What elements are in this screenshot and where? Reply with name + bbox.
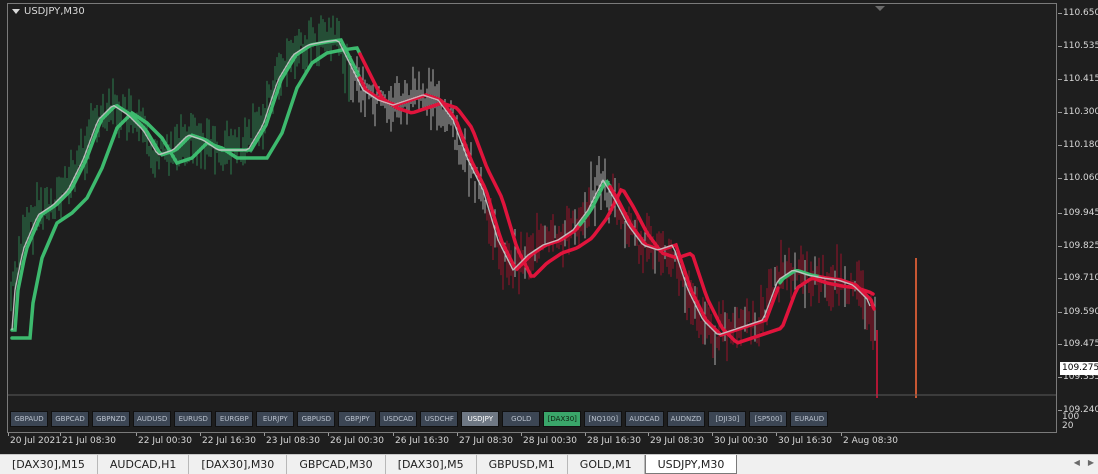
symbol-button-sp500[interactable]: [SP500]: [749, 411, 788, 427]
time-label: 28 Jul 16:30: [587, 436, 641, 446]
price-tick: [1058, 377, 1062, 378]
price-tick: [1058, 178, 1062, 179]
time-tick: [328, 433, 329, 436]
current-price-tag: 109.275: [1060, 362, 1098, 375]
time-label: 21 Jul 08:30: [62, 436, 116, 446]
chart-tab[interactable]: [DAX30],M30: [189, 455, 288, 474]
time-tick: [648, 433, 649, 436]
time-label: 30 Jul 00:30: [714, 436, 768, 446]
time-tick: [200, 433, 201, 436]
price-label: 110.415: [1063, 74, 1098, 84]
time-tick: [585, 433, 586, 436]
symbol-button-bar: GBPAUD GBPCAD GBPNZD AUDUSD EURUSD EURGBP EURJ…: [10, 411, 829, 429]
chart-tab[interactable]: GOLD,M1: [568, 455, 645, 474]
chart-tab[interactable]: USDJPY,M30: [644, 455, 738, 474]
time-label: 23 Jul 08:30: [266, 436, 320, 446]
symbol-button-gbpnzd[interactable]: GBPNZD: [92, 411, 130, 427]
symbol-button-audnzd[interactable]: AUDNZD: [666, 411, 706, 427]
price-tick: [1058, 312, 1062, 313]
symbol-button-dax30[interactable]: [DAX30]: [543, 411, 582, 427]
price-tick: [1058, 278, 1062, 279]
price-label: 109.590: [1063, 307, 1098, 317]
time-label: 26 Jul 16:30: [395, 436, 449, 446]
time-tick: [841, 433, 842, 436]
symbol-button-gbpaud[interactable]: GBPAUD: [10, 411, 48, 427]
symbol-button-nq100[interactable]: [NQ100]: [584, 411, 623, 427]
symbol-button-eurusd[interactable]: EURUSD: [174, 411, 213, 427]
terminal-window: { "chart": { "title": "USDJPY,M30", "pri…: [0, 0, 1098, 474]
subwindow-min-label: 20: [1062, 421, 1074, 431]
symbol-button-audusd[interactable]: AUDUSD: [133, 411, 172, 427]
price-label: 109.710: [1063, 273, 1098, 283]
symbol-button-gbpusd[interactable]: GBPUSD: [297, 411, 336, 427]
chart-tab[interactable]: GBPUSD,M1: [477, 455, 568, 474]
symbol-button-eurjpy[interactable]: EURJPY: [256, 411, 295, 427]
symbol-button-usdcad[interactable]: USDCAD: [379, 411, 418, 427]
price-label: 110.060: [1063, 173, 1098, 183]
chart-tab[interactable]: AUDCAD,H1: [98, 455, 190, 474]
price-tick: [1058, 79, 1062, 80]
symbol-button-dji30[interactable]: [DJI30]: [708, 411, 747, 427]
chart-title: USDJPY,M30: [12, 6, 85, 17]
symbol-button-eurgbp[interactable]: EURGBP: [215, 411, 254, 427]
chevron-down-icon[interactable]: [12, 9, 20, 14]
symbol-button-usdchf[interactable]: USDCHF: [420, 411, 459, 427]
price-label: 109.475: [1063, 339, 1098, 349]
tab-scroll-controls: ◀ ▶: [1074, 458, 1094, 467]
price-tick: [1058, 344, 1062, 345]
chart-tab[interactable]: [DAX30],M15: [0, 455, 98, 474]
time-label: 29 Jul 08:30: [650, 436, 704, 446]
chart-tab[interactable]: [DAX30],M5: [386, 455, 477, 474]
time-tick: [712, 433, 713, 436]
time-label: 22 Jul 16:30: [202, 436, 256, 446]
chart-tab[interactable]: GBPCAD,M30: [287, 455, 386, 474]
time-tick: [136, 433, 137, 436]
symbol-button-euraud[interactable]: EURAUD: [790, 411, 829, 427]
price-tick: [1058, 410, 1062, 411]
price-label: 109.945: [1063, 208, 1098, 218]
price-plot[interactable]: [0, 0, 1058, 440]
time-label: 2 Aug 08:30: [843, 436, 898, 446]
symbol-button-usdjpy[interactable]: USDJPY: [461, 411, 500, 427]
symbol-button-audcad[interactable]: AUDCAD: [625, 411, 664, 427]
time-tick: [8, 433, 9, 436]
price-label: 110.650: [1063, 8, 1098, 18]
scroll-right-icon[interactable]: ▶: [1088, 458, 1094, 467]
price-tick: [1058, 13, 1062, 14]
symbol-button-gold[interactable]: GOLD: [502, 411, 541, 427]
time-tick: [457, 433, 458, 436]
time-axis[interactable]: 20 Jul 2021 21 Jul 08:30 22 Jul 00:30 22 Ju…: [7, 433, 1057, 449]
chart-symbol-label: USDJPY,M30: [24, 6, 85, 17]
time-label: 22 Jul 00:30: [138, 436, 192, 446]
price-tick: [1058, 112, 1062, 113]
price-label: 110.300: [1063, 107, 1098, 117]
time-label: 28 Jul 00:30: [523, 436, 577, 446]
symbol-button-gbpcad[interactable]: GBPCAD: [51, 411, 89, 427]
price-tick: [1058, 46, 1062, 47]
time-tick: [776, 433, 777, 436]
price-label: 110.180: [1063, 140, 1098, 150]
scroll-left-icon[interactable]: ◀: [1074, 458, 1080, 467]
symbol-button-gbpjpy[interactable]: GBPJPY: [338, 411, 377, 427]
time-tick: [264, 433, 265, 436]
price-label: 109.825: [1063, 241, 1098, 251]
time-label: 26 Jul 00:30: [330, 436, 384, 446]
time-label: 27 Jul 08:30: [459, 436, 513, 446]
time-label: 20 Jul 2021: [10, 436, 61, 446]
price-label: 110.535: [1063, 41, 1098, 51]
time-tick: [393, 433, 394, 436]
chart-tab-bar: [DAX30],M15 AUDCAD,H1 [DAX30],M30 GBPCAD,M3…: [0, 454, 1098, 474]
price-tick: [1058, 145, 1062, 146]
time-tick: [60, 433, 61, 436]
price-tick: [1058, 213, 1062, 214]
price-tick: [1058, 246, 1062, 247]
time-tick: [521, 433, 522, 436]
time-label: 30 Jul 16:30: [778, 436, 832, 446]
